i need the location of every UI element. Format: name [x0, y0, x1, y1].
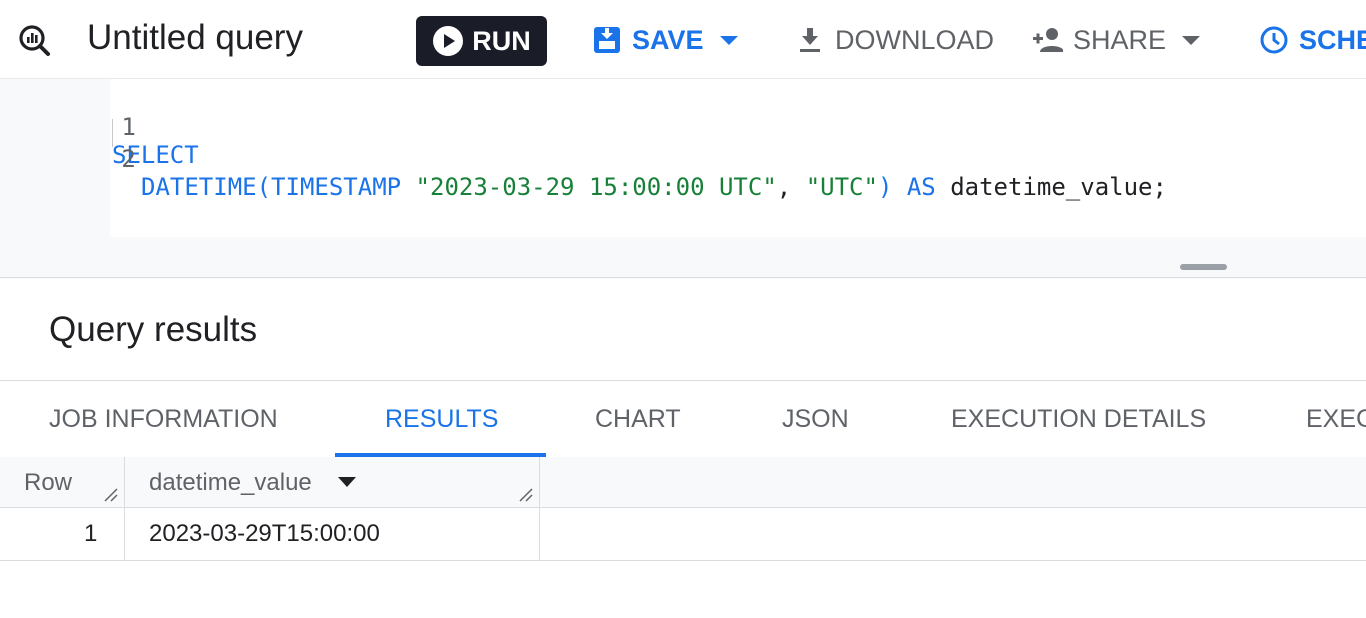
string-token: "2023-03-29 15:00:00 UTC": [415, 173, 777, 201]
tab-json[interactable]: JSON: [782, 405, 849, 434]
download-button[interactable]: DOWNLOAD: [795, 22, 994, 58]
tab-results[interactable]: RESULTS: [385, 405, 498, 434]
tab-chart[interactable]: CHART: [595, 405, 681, 434]
table-header-row: Row datetime_value: [0, 457, 1366, 508]
results-table: Row datetime_value 1 2023-03-29T15:00:00: [0, 457, 1366, 561]
schedule-button-label: SCHE: [1299, 24, 1366, 55]
row-number: 1: [84, 520, 98, 547]
results-title: Query results: [49, 310, 258, 349]
separator-token: ,: [776, 173, 806, 201]
results-tabs: JOB INFORMATION RESULTS CHART JSON EXECU…: [0, 380, 1366, 458]
run-button[interactable]: RUN: [416, 16, 547, 66]
tab-job-information[interactable]: JOB INFORMATION: [49, 405, 278, 434]
run-button-label: RUN: [472, 25, 531, 56]
close-paren-token: ): [877, 173, 907, 201]
person-add-icon: [1033, 28, 1063, 52]
play-icon: [433, 26, 464, 56]
query-icon: [19, 25, 50, 56]
table-row[interactable]: 1 2023-03-29T15:00:00: [0, 508, 1366, 561]
page-title[interactable]: Untitled query: [87, 18, 303, 58]
tab-execution-graph[interactable]: EXEC: [1306, 405, 1366, 434]
query-toolbar: Untitled query RUN SAVE DOWNLOAD SHARE S…: [0, 0, 1366, 78]
save-button[interactable]: SAVE: [592, 22, 738, 58]
keyword-as: AS: [906, 173, 936, 201]
column-divider: [124, 457, 125, 561]
column-header-row: Row: [24, 469, 73, 496]
save-icon: [594, 27, 620, 53]
column-header-datetime-value[interactable]: datetime_value: [149, 469, 312, 497]
function-token: DATETIME(TIMESTAMP: [141, 173, 416, 201]
alias-token: datetime_value;: [935, 173, 1167, 201]
share-button[interactable]: SHARE: [1033, 22, 1201, 58]
download-icon: [800, 28, 820, 52]
sort-arrow-icon[interactable]: [338, 477, 356, 487]
clock-icon: [1260, 26, 1288, 54]
indent-guide: [112, 119, 113, 147]
chevron-down-icon: [1182, 35, 1201, 45]
tab-execution-details[interactable]: EXECUTION DETAILS: [951, 405, 1206, 434]
column-resize-icon[interactable]: [103, 487, 119, 503]
save-button-label: SAVE: [632, 24, 704, 55]
schedule-button[interactable]: SCHE: [1259, 22, 1366, 58]
chevron-down-icon: [719, 35, 738, 45]
column-resize-icon[interactable]: [518, 487, 534, 503]
sql-editor[interactable]: 1 SELECT 2 DATETIME(TIMESTAMP "2023-03-2…: [0, 78, 1366, 279]
code-line-1[interactable]: 1 SELECT: [0, 85, 1366, 169]
string-token: "UTC": [805, 173, 878, 201]
download-button-label: DOWNLOAD: [835, 24, 995, 55]
line-number: 2: [121, 145, 136, 173]
share-button-label: SHARE: [1073, 24, 1167, 55]
cell-datetime-value[interactable]: 2023-03-29T15:00:00: [149, 520, 380, 548]
code-line-2[interactable]: 2 DATETIME(TIMESTAMP "2023-03-29 15:00:0…: [0, 117, 1366, 201]
editor-resize-handle[interactable]: [1180, 264, 1227, 270]
divider: [0, 277, 1366, 278]
column-divider: [539, 457, 540, 561]
